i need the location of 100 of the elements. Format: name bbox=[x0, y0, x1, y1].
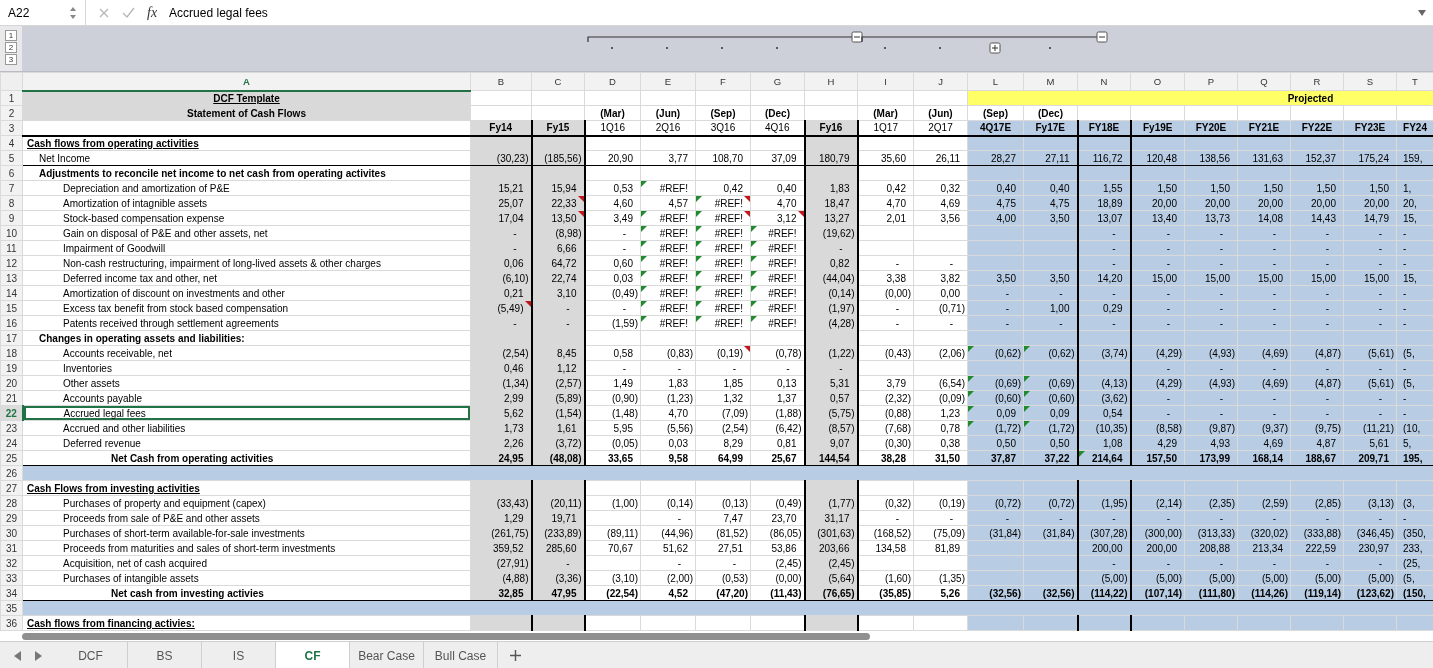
table-cell: (44,96) bbox=[640, 525, 696, 541]
error-indicator-icon[interactable] bbox=[641, 316, 647, 322]
table-cell: - bbox=[584, 225, 641, 241]
row-label: Acquisition, net of cash acquired bbox=[22, 555, 471, 571]
column-header[interactable]: R bbox=[1290, 72, 1344, 91]
column-header[interactable]: F bbox=[695, 72, 751, 91]
error-indicator-icon[interactable] bbox=[751, 256, 757, 262]
error-indicator-icon[interactable] bbox=[641, 256, 647, 262]
stepper-icon[interactable] bbox=[69, 5, 77, 20]
error-indicator-icon[interactable] bbox=[641, 211, 647, 217]
table-cell: (0,88) bbox=[857, 405, 914, 421]
column-header[interactable]: N bbox=[1077, 72, 1131, 91]
table-cell: 0,42 bbox=[695, 180, 751, 196]
error-indicator-icon[interactable] bbox=[696, 226, 702, 232]
column-header[interactable]: G bbox=[750, 72, 805, 91]
error-indicator-icon[interactable] bbox=[696, 271, 702, 277]
column-header[interactable]: H bbox=[804, 72, 858, 91]
table-cell: #REF! bbox=[768, 227, 797, 239]
table-cell: - bbox=[695, 555, 751, 571]
error-indicator-icon[interactable] bbox=[751, 241, 757, 247]
table-cell: #REF! bbox=[659, 257, 688, 269]
error-indicator-icon[interactable] bbox=[751, 301, 757, 307]
column-header[interactable]: O bbox=[1130, 72, 1185, 91]
column-header[interactable]: C bbox=[531, 72, 585, 91]
table-cell: - bbox=[857, 315, 914, 331]
error-indicator-icon[interactable] bbox=[751, 286, 757, 292]
column-header[interactable]: B bbox=[470, 72, 532, 91]
table-cell: #REF! bbox=[714, 302, 743, 314]
month-label: (Mar) bbox=[584, 105, 641, 121]
row-label: Accrued and other liabilities bbox=[22, 420, 471, 436]
table-cell: 27,51 bbox=[695, 540, 751, 556]
table-cell: (89,11) bbox=[584, 525, 641, 541]
comment-indicator-icon[interactable] bbox=[797, 211, 804, 217]
error-indicator-icon[interactable] bbox=[641, 286, 647, 292]
table-cell: #REF! bbox=[659, 272, 688, 284]
next-sheet-icon[interactable] bbox=[34, 650, 42, 661]
table-cell: 81,89 bbox=[913, 540, 968, 556]
expand-button[interactable] bbox=[989, 42, 1001, 54]
collapse-button[interactable] bbox=[851, 31, 863, 43]
column-header[interactable]: D bbox=[584, 72, 641, 91]
column-header[interactable]: M bbox=[1023, 72, 1078, 91]
row-label: Accounts receivable, net bbox=[22, 345, 471, 361]
month-label: (Mar) bbox=[857, 105, 914, 121]
column-header[interactable]: T bbox=[1396, 72, 1433, 91]
error-indicator-icon[interactable] bbox=[641, 181, 647, 187]
error-indicator-icon[interactable] bbox=[751, 271, 757, 277]
table-cell: (1,35) bbox=[913, 570, 968, 586]
scrollbar-thumb[interactable] bbox=[22, 632, 870, 640]
table-cell: #REF! bbox=[768, 272, 797, 284]
column-header[interactable]: L bbox=[967, 72, 1024, 91]
column-header[interactable]: S bbox=[1343, 72, 1397, 91]
table-cell: 70,67 bbox=[584, 540, 641, 556]
error-indicator-icon[interactable] bbox=[641, 301, 647, 307]
table-cell: - bbox=[640, 510, 696, 526]
column-header[interactable]: I bbox=[857, 72, 914, 91]
error-indicator-icon[interactable] bbox=[751, 316, 757, 322]
error-indicator-icon[interactable] bbox=[751, 226, 757, 232]
row-label: Amortization of discount on investments and other bbox=[22, 285, 471, 301]
name-box[interactable]: A22 bbox=[0, 0, 86, 25]
row-label: Patents received through settlement agreements bbox=[22, 315, 471, 331]
collapse-button[interactable] bbox=[1096, 31, 1108, 43]
column-header[interactable]: P bbox=[1184, 72, 1238, 91]
month-label: (Dec) bbox=[1023, 105, 1078, 121]
error-indicator-icon[interactable] bbox=[696, 286, 702, 292]
column-header[interactable]: Q bbox=[1237, 72, 1291, 91]
error-indicator-icon[interactable] bbox=[696, 316, 702, 322]
total-label: Net Cash from operating activities bbox=[22, 450, 471, 466]
outline-level-button[interactable]: 1 bbox=[5, 30, 17, 41]
column-header[interactable]: E bbox=[640, 72, 696, 91]
sheet-tab[interactable]: CF bbox=[276, 642, 350, 668]
table-cell: 214,64 bbox=[1091, 452, 1123, 464]
table-cell: #REF! bbox=[768, 317, 797, 329]
outline-level-button[interactable]: 3 bbox=[5, 54, 17, 65]
error-indicator-icon[interactable] bbox=[696, 241, 702, 247]
comment-indicator-icon[interactable] bbox=[744, 196, 750, 202]
table-cell: (47,20) bbox=[695, 585, 751, 601]
error-indicator-icon[interactable] bbox=[641, 226, 647, 232]
add-sheet-icon[interactable] bbox=[510, 650, 521, 661]
column-header[interactable]: J bbox=[913, 72, 968, 91]
comment-indicator-icon[interactable] bbox=[744, 211, 750, 217]
table-cell: #REF! bbox=[768, 242, 797, 254]
error-indicator-icon[interactable] bbox=[641, 241, 647, 247]
column-header[interactable]: A bbox=[22, 72, 471, 91]
table-cell: (2,32) bbox=[857, 390, 914, 406]
error-indicator-icon[interactable] bbox=[696, 211, 702, 217]
table-cell: 0,42 bbox=[857, 180, 914, 196]
function-label[interactable]: fx bbox=[147, 4, 158, 21]
row-label: Depreciation and amortization of P&E bbox=[22, 180, 471, 196]
table-cell: 0,58 bbox=[584, 345, 641, 361]
table-cell: 7,47 bbox=[695, 510, 751, 526]
table-cell: 3,79 bbox=[857, 375, 914, 391]
error-indicator-icon[interactable] bbox=[641, 271, 647, 277]
caret-icon[interactable] bbox=[1417, 8, 1427, 17]
comment-indicator-icon[interactable] bbox=[744, 346, 750, 352]
error-indicator-icon[interactable] bbox=[696, 256, 702, 262]
error-indicator-icon[interactable] bbox=[696, 196, 702, 202]
error-indicator-icon[interactable] bbox=[696, 301, 702, 307]
previous-sheet-icon[interactable] bbox=[14, 650, 22, 661]
formula-field[interactable]: Accrued legal fees bbox=[169, 5, 1417, 20]
outline-level-button[interactable]: 2 bbox=[5, 42, 17, 53]
